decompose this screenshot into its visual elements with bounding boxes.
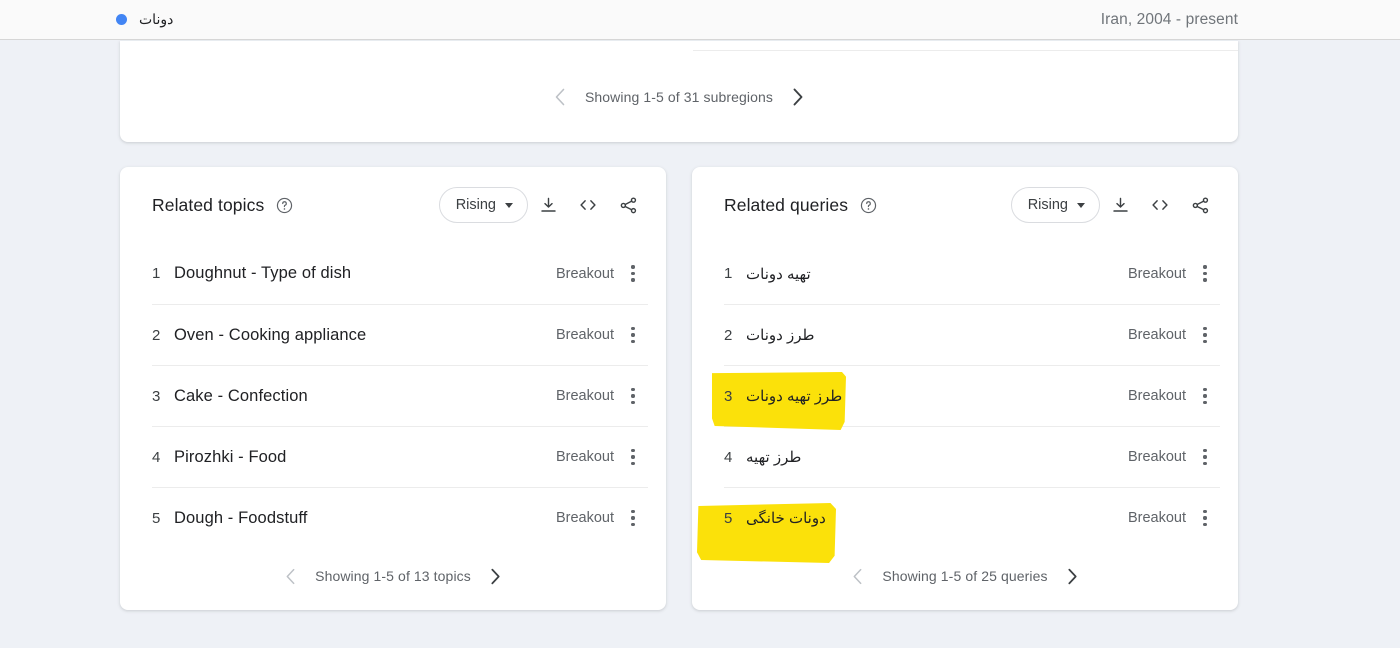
row-value: Breakout bbox=[555, 510, 614, 526]
legend-series-label: دونات bbox=[139, 11, 174, 27]
row-rank: 1 bbox=[152, 265, 161, 282]
more-vert-icon[interactable] bbox=[618, 326, 648, 344]
embed-code-icon[interactable] bbox=[568, 185, 608, 225]
row-rank: 4 bbox=[152, 448, 161, 466]
row-label[interactable]: طرز دونات bbox=[746, 326, 814, 344]
related-queries-card: Related queries Rising 1 تهیه دونات Brea… bbox=[692, 167, 1238, 610]
chevron-down-icon bbox=[1077, 202, 1085, 208]
panels-row: Related topics Rising 1 Doughnut - Type … bbox=[120, 167, 1238, 610]
related-queries-list: 1 تهیه دونات Breakout 2 طرز دونات Breako… bbox=[692, 243, 1238, 548]
row-value: Breakout bbox=[1127, 265, 1186, 282]
row-rank: 5 bbox=[724, 509, 733, 527]
sort-dropdown-topics[interactable]: Rising bbox=[438, 187, 528, 223]
chevron-right-icon[interactable] bbox=[1062, 565, 1084, 587]
table-row[interactable]: 3 طرز تهیه دونات Breakout bbox=[724, 365, 1220, 426]
related-queries-actions: Rising bbox=[1010, 185, 1220, 225]
more-vert-icon[interactable] bbox=[1190, 448, 1220, 466]
row-rank: 2 bbox=[724, 326, 733, 344]
table-row[interactable]: 2 Oven - Cooking appliance Breakout bbox=[152, 304, 648, 365]
row-label[interactable]: Pirozhki - Food bbox=[174, 448, 286, 467]
related-topics-pager: Showing 1-5 of 13 topics bbox=[120, 548, 666, 604]
chevron-right-icon[interactable] bbox=[485, 565, 507, 587]
related-topics-actions: Rising bbox=[438, 185, 648, 225]
table-row[interactable]: 1 Doughnut - Type of dish Breakout bbox=[152, 243, 648, 304]
sort-value: Rising bbox=[455, 197, 496, 213]
row-rank: 4 bbox=[724, 448, 733, 466]
download-icon[interactable] bbox=[1100, 185, 1140, 225]
chevron-left-icon[interactable] bbox=[846, 565, 868, 587]
chevron-left-icon[interactable] bbox=[549, 86, 571, 108]
panel-title: Related queries bbox=[724, 194, 849, 215]
more-vert-icon[interactable] bbox=[1190, 265, 1220, 282]
download-icon[interactable] bbox=[528, 185, 568, 225]
legend-entry: دونات bbox=[116, 11, 173, 28]
region-period-label: Iran, 2004 - present bbox=[1100, 10, 1238, 28]
row-value: Breakout bbox=[555, 449, 614, 465]
more-vert-icon[interactable] bbox=[1190, 326, 1220, 344]
sort-value: Rising bbox=[1027, 197, 1068, 213]
subregions-pager-text: Showing 1-5 of 31 subregions bbox=[584, 89, 774, 105]
more-vert-icon[interactable] bbox=[618, 509, 648, 527]
row-value: Breakout bbox=[1127, 327, 1186, 343]
row-value: Breakout bbox=[555, 327, 614, 343]
chevron-right-icon[interactable] bbox=[787, 86, 809, 108]
related-topics-header: Related topics Rising bbox=[120, 167, 666, 243]
row-rank: 2 bbox=[152, 326, 161, 344]
related-queries-pager-text: Showing 1-5 of 25 queries bbox=[882, 568, 1048, 584]
more-vert-icon[interactable] bbox=[618, 265, 648, 282]
chart-legend-bar: دونات Iran, 2004 - present bbox=[0, 0, 1400, 40]
row-value: Breakout bbox=[1127, 510, 1186, 526]
legend-color-dot bbox=[116, 14, 127, 25]
related-topics-pager-text: Showing 1-5 of 13 topics bbox=[315, 568, 471, 584]
row-rank: 1 bbox=[724, 265, 733, 282]
row-rank: 3 bbox=[152, 387, 161, 405]
related-topics-card: Related topics Rising 1 Doughnut - Type … bbox=[120, 167, 666, 610]
row-divider bbox=[693, 50, 1238, 51]
row-rank: 3 bbox=[724, 387, 733, 405]
table-row[interactable]: 4 Pirozhki - Food Breakout bbox=[152, 426, 648, 487]
row-label[interactable]: طرز تهیه bbox=[746, 448, 801, 466]
share-icon[interactable] bbox=[608, 185, 648, 225]
sort-dropdown-queries[interactable]: Rising bbox=[1010, 187, 1100, 223]
more-vert-icon[interactable] bbox=[618, 387, 648, 405]
row-label[interactable]: Doughnut - Type of dish bbox=[174, 264, 351, 283]
table-row[interactable]: 5 Dough - Foodstuff Breakout bbox=[152, 487, 648, 548]
more-vert-icon[interactable] bbox=[618, 448, 648, 466]
chevron-left-icon[interactable] bbox=[279, 565, 301, 587]
related-queries-header: Related queries Rising bbox=[692, 167, 1238, 243]
table-row[interactable]: 2 طرز دونات Breakout bbox=[724, 304, 1220, 365]
row-value: Breakout bbox=[1127, 449, 1186, 465]
row-label[interactable]: دونات خانگی bbox=[746, 509, 826, 527]
row-label[interactable]: Dough - Foodstuff bbox=[174, 509, 307, 528]
panel-title: Related topics bbox=[152, 194, 265, 215]
share-icon[interactable] bbox=[1180, 185, 1220, 225]
chevron-down-icon bbox=[505, 202, 513, 208]
page-body: Showing 1-5 of 31 subregions Related top… bbox=[0, 41, 1400, 648]
related-queries-pager: Showing 1-5 of 25 queries bbox=[692, 548, 1238, 604]
table-row[interactable]: 3 Cake - Confection Breakout bbox=[152, 365, 648, 426]
related-topics-list: 1 Doughnut - Type of dish Breakout 2 Ove… bbox=[120, 243, 666, 548]
row-label[interactable]: تهیه دونات bbox=[746, 265, 811, 283]
help-circle-icon[interactable] bbox=[859, 196, 877, 214]
row-label[interactable]: Oven - Cooking appliance bbox=[174, 326, 366, 345]
table-row[interactable]: 5 دونات خانگی Breakout bbox=[724, 487, 1220, 548]
subregions-pager: Showing 1-5 of 31 subregions bbox=[120, 69, 1238, 125]
more-vert-icon[interactable] bbox=[1190, 387, 1220, 405]
row-value: Breakout bbox=[555, 388, 614, 404]
subregions-card: Showing 1-5 of 31 subregions bbox=[120, 41, 1238, 142]
row-value: Breakout bbox=[555, 265, 614, 282]
help-circle-icon[interactable] bbox=[275, 196, 293, 214]
embed-code-icon[interactable] bbox=[1140, 185, 1180, 225]
table-row[interactable]: 1 تهیه دونات Breakout bbox=[724, 243, 1220, 304]
row-label[interactable]: طرز تهیه دونات bbox=[746, 387, 842, 405]
row-value: Breakout bbox=[1127, 388, 1186, 404]
row-rank: 5 bbox=[152, 509, 161, 527]
table-row[interactable]: 4 طرز تهیه Breakout bbox=[724, 426, 1220, 487]
more-vert-icon[interactable] bbox=[1190, 509, 1220, 527]
row-label[interactable]: Cake - Confection bbox=[174, 387, 308, 406]
